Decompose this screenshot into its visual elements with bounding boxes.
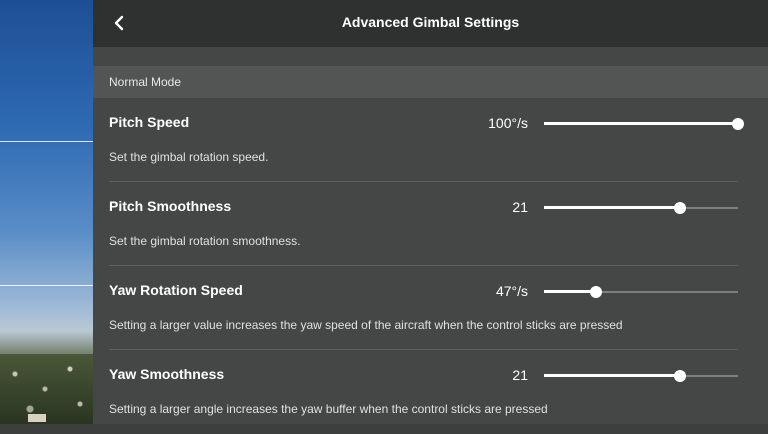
pitch-speed-slider[interactable]	[544, 114, 744, 134]
landscape-town	[0, 354, 93, 424]
section-header: Normal Mode	[93, 66, 768, 98]
gridline	[0, 285, 93, 286]
slider-thumb[interactable]	[590, 286, 603, 298]
pitch-smoothness-slider[interactable]	[544, 198, 738, 218]
gridline	[0, 141, 93, 142]
slider-thumb[interactable]	[673, 370, 686, 382]
setting-description: Set the gimbal rotation smoothness.	[109, 234, 301, 248]
slider-thumb[interactable]	[732, 118, 744, 130]
yaw-smoothness-slider[interactable]	[544, 366, 738, 386]
back-button[interactable]	[105, 9, 133, 37]
title-bar: Advanced Gimbal Settings	[93, 0, 768, 47]
chevron-left-icon	[114, 15, 124, 31]
setting-description: Setting a larger angle increases the yaw…	[109, 402, 548, 416]
setting-name: Pitch Speed	[109, 114, 190, 130]
setting-pitch-speed: Pitch Speed 100°/s Set the gimbal rotati…	[93, 98, 768, 182]
setting-value: 21	[512, 367, 528, 383]
section-label: Normal Mode	[109, 75, 182, 89]
setting-name: Yaw Smoothness	[109, 366, 225, 382]
setting-value: 100°/s	[488, 115, 528, 131]
setting-yaw-smoothness: Yaw Smoothness 21 Setting a larger angle…	[93, 350, 768, 434]
setting-value: 47°/s	[495, 283, 528, 299]
yaw-rotation-speed-slider[interactable]	[544, 282, 738, 302]
setting-description: Set the gimbal rotation speed.	[109, 150, 269, 164]
building	[28, 414, 46, 422]
slider-fill	[544, 374, 680, 377]
slider-fill	[544, 206, 680, 209]
setting-name: Yaw Rotation Speed	[109, 282, 243, 298]
page-title: Advanced Gimbal Settings	[341, 14, 520, 30]
setting-yaw-rotation-speed: Yaw Rotation Speed 47°/s Setting a large…	[93, 266, 768, 350]
slider-fill	[544, 290, 597, 293]
setting-pitch-smoothness: Pitch Smoothness 21 Set the gimbal rotat…	[93, 182, 768, 266]
camera-live-view	[0, 0, 93, 424]
gimbal-settings-panel: Advanced Gimbal Settings Normal Mode Pit…	[93, 0, 768, 424]
slider-fill	[544, 122, 738, 125]
slider-thumb[interactable]	[673, 202, 686, 214]
setting-value: 21	[512, 199, 528, 215]
setting-description: Setting a larger value increases the yaw…	[109, 318, 623, 332]
setting-name: Pitch Smoothness	[109, 198, 232, 214]
